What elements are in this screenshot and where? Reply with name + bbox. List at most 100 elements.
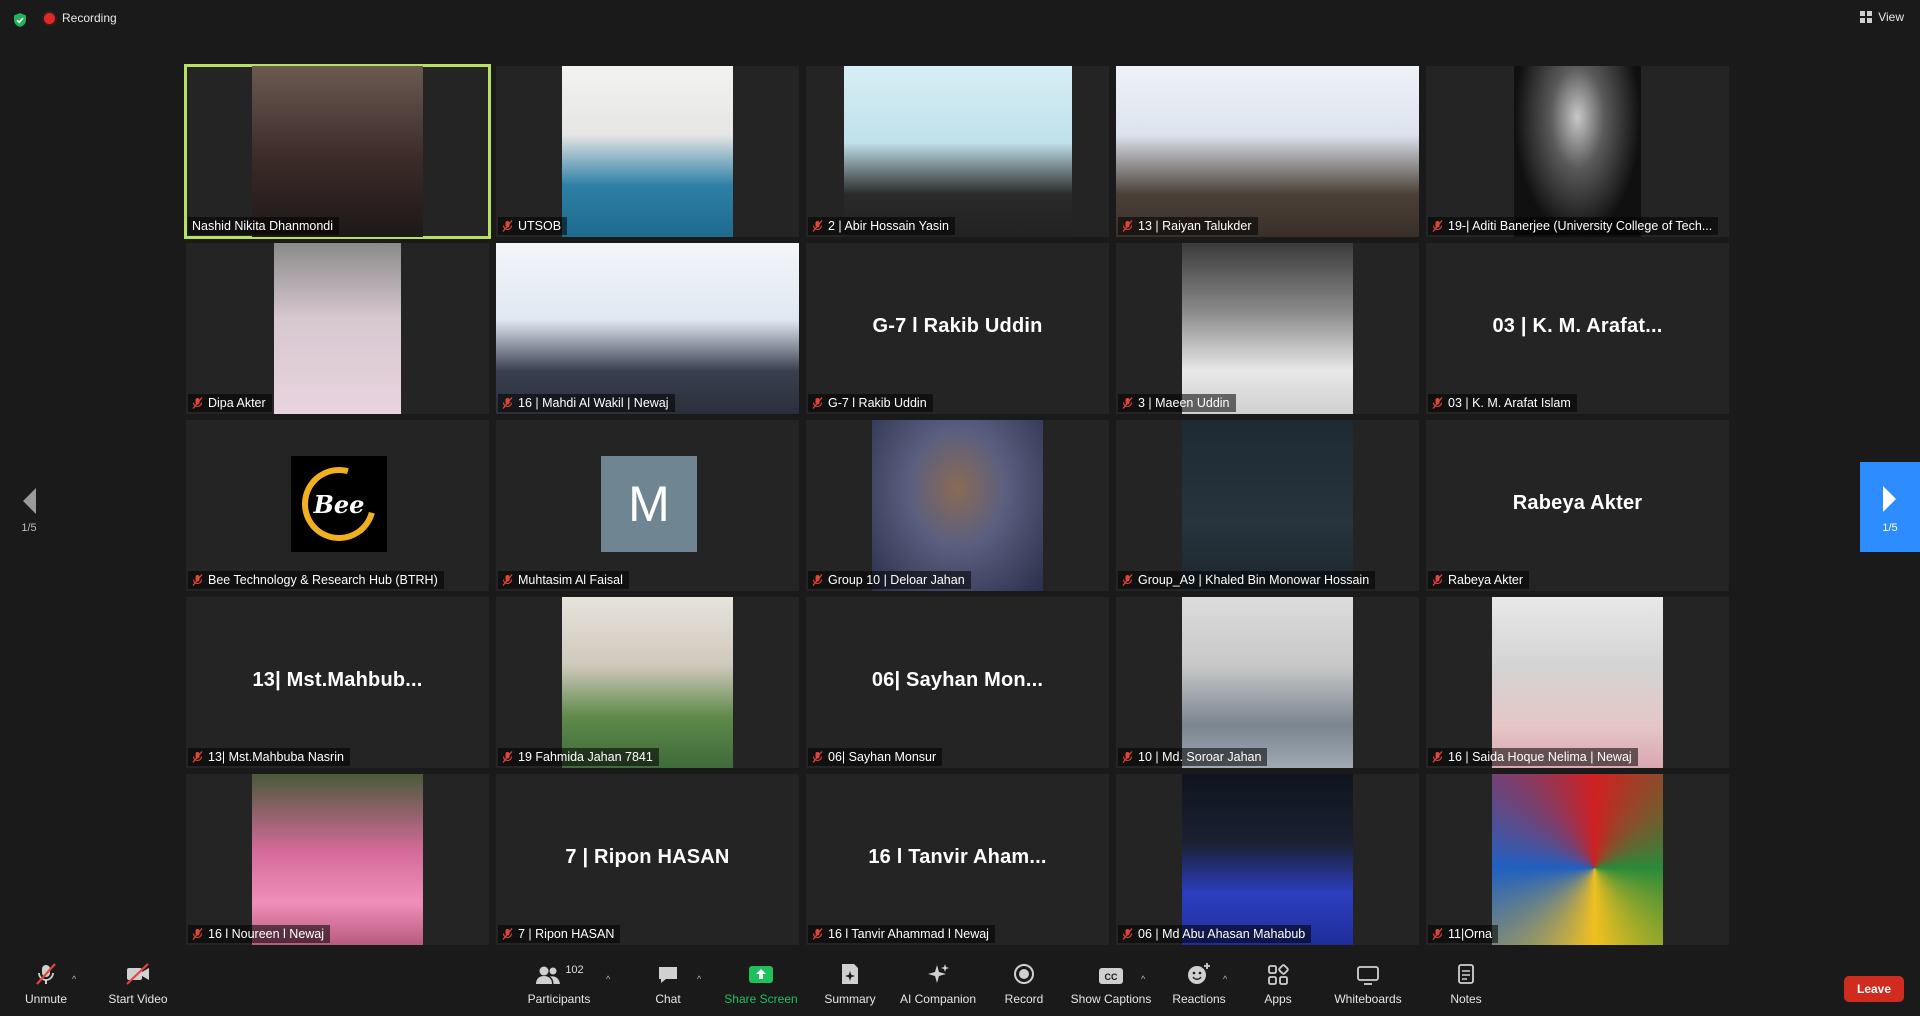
participant-display-name: 03 | K. M. Arafat... bbox=[1492, 315, 1663, 337]
participant-tile[interactable]: 06| Sayhan Mon... 06| Sayhan Monsur bbox=[806, 597, 1109, 768]
notes-label: Notes bbox=[1450, 992, 1482, 1006]
start-video-label: Start Video bbox=[108, 992, 168, 1006]
ai-companion-button[interactable]: AI Companion bbox=[896, 960, 980, 1016]
participant-name: Bee Technology & Research Hub (BTRH) bbox=[208, 573, 438, 587]
reactions-caret-icon[interactable]: ^ bbox=[1223, 974, 1227, 984]
share-screen-button[interactable]: Share Screen bbox=[722, 960, 800, 1016]
chat-caret-icon[interactable]: ^ bbox=[697, 974, 701, 984]
participant-name: Group_A9 | Khaled Bin Monowar Hossain bbox=[1138, 573, 1370, 587]
apps-button[interactable]: Apps bbox=[1254, 960, 1302, 1016]
page-indicator: 1/5 bbox=[1882, 522, 1898, 534]
participant-name-label: 19-| Aditi Banerjee (University College … bbox=[1428, 217, 1719, 235]
mic-muted-icon bbox=[1432, 397, 1443, 409]
page-indicator: 1/5 bbox=[21, 522, 37, 534]
participants-count: 102 bbox=[565, 964, 584, 976]
participant-name: 16 | Saida Hoque Nelima | Newaj bbox=[1448, 750, 1632, 764]
mic-muted-icon bbox=[1432, 751, 1443, 763]
participant-tile[interactable]: Group 10 | Deloar Jahan bbox=[806, 420, 1109, 591]
participant-tile[interactable]: UTSOB bbox=[496, 66, 799, 237]
recording-label: Recording bbox=[62, 11, 117, 25]
show-captions-label: Show Captions bbox=[1070, 992, 1152, 1006]
participant-name: UTSOB bbox=[518, 219, 562, 233]
participant-tile[interactable]: 3 | Maeen Uddin bbox=[1116, 243, 1419, 414]
participant-name-label: 7 | Ripon HASAN bbox=[498, 925, 621, 943]
start-video-button[interactable]: Start Video bbox=[104, 960, 172, 1016]
top-bar: Recording View bbox=[0, 0, 1920, 38]
participant-tile[interactable]: 2 | Abir Hossain Yasin bbox=[806, 66, 1109, 237]
chat-button[interactable]: Chat bbox=[642, 960, 694, 1016]
participant-tile[interactable]: 13 | Raiyan Talukder bbox=[1116, 66, 1419, 237]
shield-check-icon[interactable] bbox=[12, 12, 28, 28]
participant-tile[interactable]: 13| Mst.Mahbub... 13| Mst.Mahbuba Nasrin bbox=[186, 597, 489, 768]
notes-icon bbox=[1458, 964, 1474, 984]
previous-page-button[interactable]: 1/5 bbox=[14, 486, 44, 546]
participant-tile[interactable]: 16 | Saida Hoque Nelima | Newaj bbox=[1426, 597, 1729, 768]
participant-tile[interactable]: 7 | Ripon HASAN 7 | Ripon HASAN bbox=[496, 774, 799, 945]
grid-view-icon bbox=[1860, 11, 1873, 23]
mic-muted-icon bbox=[36, 963, 56, 985]
participant-tile[interactable]: 16 l Noureen l Newaj bbox=[186, 774, 489, 945]
video-off-icon bbox=[126, 963, 149, 985]
participant-tile[interactable]: M Muhtasim Al Faisal bbox=[496, 420, 799, 591]
recording-indicator[interactable]: Recording bbox=[44, 11, 117, 25]
participant-tile[interactable]: G-7 l Rakib Uddin G-7 l Rakib Uddin bbox=[806, 243, 1109, 414]
record-icon bbox=[1014, 964, 1034, 984]
participants-icon bbox=[536, 966, 561, 984]
participant-tile[interactable]: 11|Orna bbox=[1426, 774, 1729, 945]
record-button[interactable]: Record bbox=[1000, 960, 1048, 1016]
view-button[interactable]: View bbox=[1860, 10, 1904, 24]
participant-tile[interactable]: 10 | Md. Soroar Jahan bbox=[1116, 597, 1419, 768]
summary-label: Summary bbox=[824, 992, 876, 1006]
participant-display-name: 06| Sayhan Mon... bbox=[871, 669, 1044, 691]
share-screen-label: Share Screen bbox=[724, 992, 798, 1006]
mic-muted-icon bbox=[812, 751, 823, 763]
next-page-button[interactable]: 1/5 bbox=[1860, 462, 1920, 552]
participant-name: Nashid Nikita Dhanmondi bbox=[192, 219, 334, 233]
participant-name: 19 Fahmida Jahan 7841 bbox=[518, 750, 653, 764]
participants-caret-icon[interactable]: ^ bbox=[606, 974, 610, 984]
participant-tile[interactable]: Dipa Akter bbox=[186, 243, 489, 414]
participant-tile[interactable]: Group_A9 | Khaled Bin Monowar Hossain bbox=[1116, 420, 1419, 591]
mic-muted-icon bbox=[1122, 397, 1133, 409]
avatar: M bbox=[601, 456, 697, 552]
participant-tile[interactable]: 03 | K. M. Arafat... 03 | K. M. Arafat Is… bbox=[1426, 243, 1729, 414]
participant-tile[interactable]: 16 | Mahdi Al Wakil | Newaj bbox=[496, 243, 799, 414]
participant-tile[interactable]: 06 | Md Abu Ahasan Mahabub bbox=[1116, 774, 1419, 945]
participant-name: 3 | Maeen Uddin bbox=[1138, 396, 1230, 410]
mic-muted-icon bbox=[502, 574, 513, 586]
mic-muted-icon bbox=[812, 220, 823, 232]
whiteboards-button[interactable]: Whiteboards bbox=[1330, 960, 1406, 1016]
participants-button[interactable]: 102 Participants bbox=[524, 960, 594, 1016]
participant-name: 19-| Aditi Banerjee (University College … bbox=[1448, 219, 1713, 233]
participant-name-label: 06 | Md Abu Ahasan Mahabub bbox=[1118, 925, 1312, 943]
participant-name-label: Bee Technology & Research Hub (BTRH) bbox=[188, 571, 444, 589]
participant-tile[interactable]: 19-| Aditi Banerjee (University College … bbox=[1426, 66, 1729, 237]
participant-name-label: 06| Sayhan Monsur bbox=[808, 748, 943, 766]
captions-caret-icon[interactable]: ^ bbox=[1141, 974, 1145, 984]
notes-button[interactable]: Notes bbox=[1442, 960, 1490, 1016]
unmute-label: Unmute bbox=[24, 992, 68, 1006]
summary-button[interactable]: Summary bbox=[818, 960, 882, 1016]
participant-name: Dipa Akter bbox=[208, 396, 266, 410]
participant-video bbox=[1182, 597, 1353, 768]
participant-name-label: 16 | Mahdi Al Wakil | Newaj bbox=[498, 394, 675, 412]
participant-tile[interactable]: Nashid Nikita Dhanmondi bbox=[184, 64, 491, 239]
participant-tile[interactable]: Bee Bee Technology & Research Hub (BTRH) bbox=[186, 420, 489, 591]
audio-options-caret-icon[interactable]: ^ bbox=[72, 974, 76, 984]
participant-tile[interactable]: 19 Fahmida Jahan 7841 bbox=[496, 597, 799, 768]
participant-name: Group 10 | Deloar Jahan bbox=[828, 573, 965, 587]
reactions-button[interactable]: Reactions bbox=[1168, 960, 1230, 1016]
participant-name-label: G-7 l Rakib Uddin bbox=[808, 394, 933, 412]
participant-name: 11|Orna bbox=[1448, 927, 1493, 941]
participant-tile[interactable]: Rabeya Akter Rabeya Akter bbox=[1426, 420, 1729, 591]
leave-button[interactable]: Leave bbox=[1844, 976, 1904, 1002]
unmute-button[interactable]: Unmute bbox=[18, 960, 74, 1016]
participant-video bbox=[562, 66, 733, 237]
participant-name: 10 | Md. Soroar Jahan bbox=[1138, 750, 1262, 764]
participant-video bbox=[562, 597, 733, 768]
meeting-toolbar: Unmute ^ Start Video 102 Participants ^ … bbox=[0, 960, 1920, 1016]
show-captions-button[interactable]: CC Show Captions bbox=[1068, 960, 1154, 1016]
participant-tile[interactable]: 16 l Tanvir Aham... 16 l Tanvir Ahammad l… bbox=[806, 774, 1109, 945]
profile-logo: Bee bbox=[288, 453, 390, 555]
participant-video bbox=[1116, 66, 1419, 237]
